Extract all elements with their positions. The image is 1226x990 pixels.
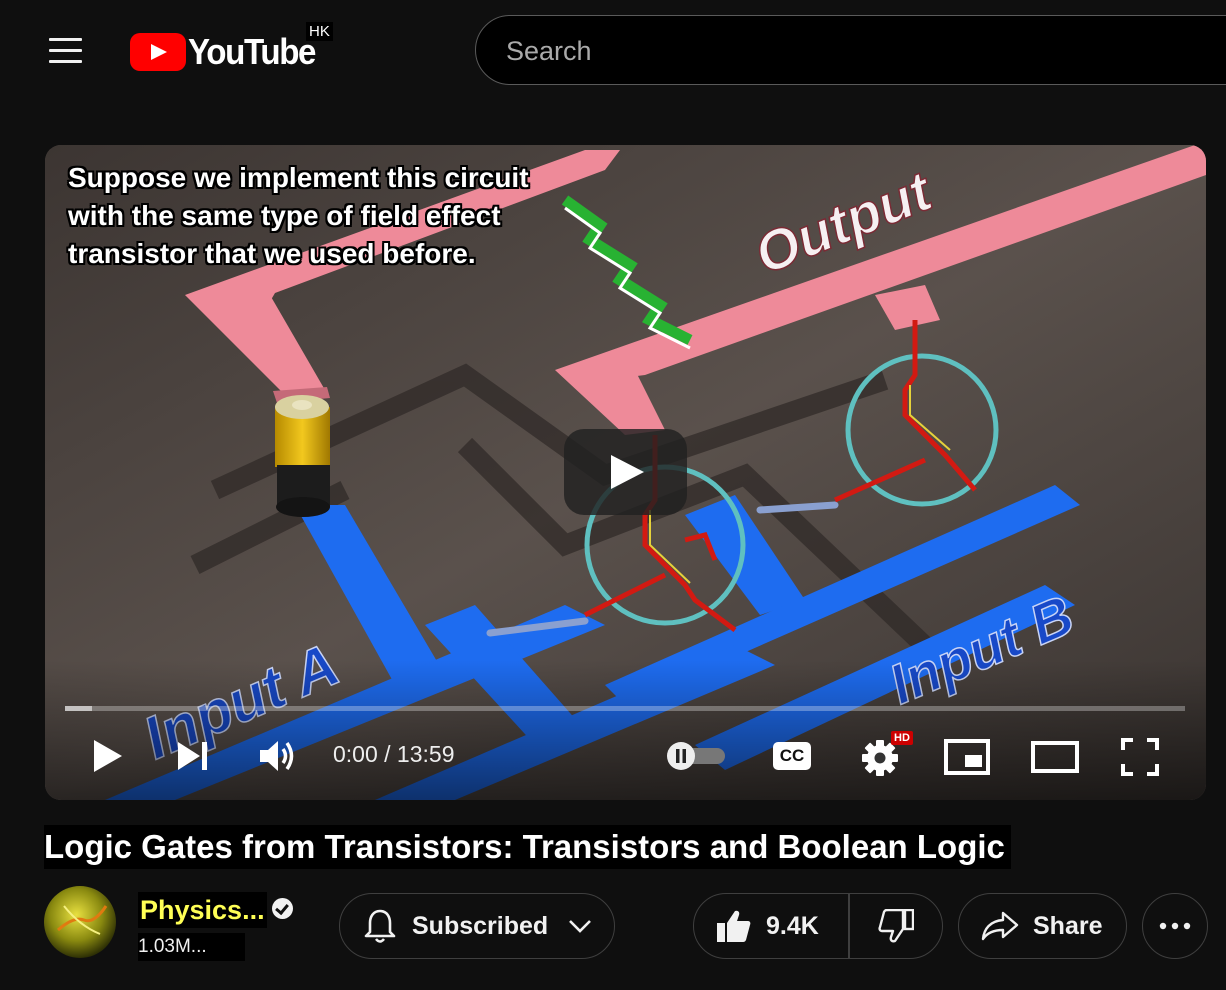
hamburger-menu-button[interactable] [44, 30, 88, 70]
theater-icon[interactable] [1030, 740, 1080, 774]
like-count: 9.4K [766, 911, 819, 940]
like-button[interactable]: 9.4K [694, 894, 848, 958]
subscribed-label: Subscribed [412, 911, 549, 940]
hd-badge: HD [891, 731, 913, 745]
channel-name[interactable]: Physics... [138, 892, 267, 928]
next-icon[interactable] [175, 740, 211, 772]
youtube-play-icon [130, 33, 186, 71]
masthead: YouTube HK [0, 0, 1226, 100]
menu-bar [49, 60, 82, 63]
autoplay-toggle[interactable] [665, 741, 729, 771]
dislike-button[interactable] [850, 894, 942, 958]
channel-avatar[interactable] [44, 886, 116, 958]
volume-icon[interactable] [258, 739, 298, 773]
progress-bar[interactable] [65, 706, 1185, 711]
video-title: Logic Gates from Transistors: Transistor… [44, 825, 1011, 869]
chevron-down-icon [569, 920, 592, 933]
caption-line: transistor that we used before. [68, 238, 476, 269]
caption-line: Suppose we implement this circuit [68, 162, 529, 193]
play-icon[interactable] [91, 738, 125, 774]
menu-bar [49, 38, 82, 41]
thumbs-up-icon [717, 910, 751, 942]
search-input[interactable] [504, 16, 1208, 86]
thumbs-down-icon [878, 909, 914, 943]
large-play-button[interactable] [564, 429, 687, 515]
logo-wordmark: YouTube [188, 31, 316, 72]
more-actions-button[interactable] [1142, 893, 1208, 959]
progress-loaded [65, 706, 92, 711]
youtube-logo[interactable]: YouTube [130, 31, 326, 72]
share-label: Share [1033, 911, 1103, 940]
search-box[interactable] [475, 15, 1226, 86]
bell-icon [364, 909, 396, 943]
avatar-image [44, 886, 116, 958]
subscribed-button[interactable]: Subscribed [339, 893, 615, 959]
verified-badge-icon [272, 898, 293, 919]
like-dislike-group: 9.4K [693, 893, 943, 959]
video-caption: Suppose we implement this circuit with t… [68, 159, 529, 273]
subscriber-count: 1.03M... [138, 933, 245, 961]
video-player[interactable]: Output Input A Input B Suppose we implem… [45, 145, 1206, 800]
share-button[interactable]: Share [958, 893, 1127, 959]
menu-bar [49, 49, 82, 52]
fullscreen-icon[interactable] [1120, 737, 1160, 777]
more-icon [1159, 922, 1191, 930]
region-code: HK [306, 22, 333, 41]
miniplayer-icon[interactable] [943, 738, 991, 776]
share-icon [981, 911, 1019, 941]
time-display: 0:00 / 13:59 [333, 741, 455, 767]
caption-line: with the same type of field effect [68, 200, 501, 231]
controls-gradient [45, 660, 1206, 800]
cc-icon[interactable]: CC [773, 742, 811, 770]
